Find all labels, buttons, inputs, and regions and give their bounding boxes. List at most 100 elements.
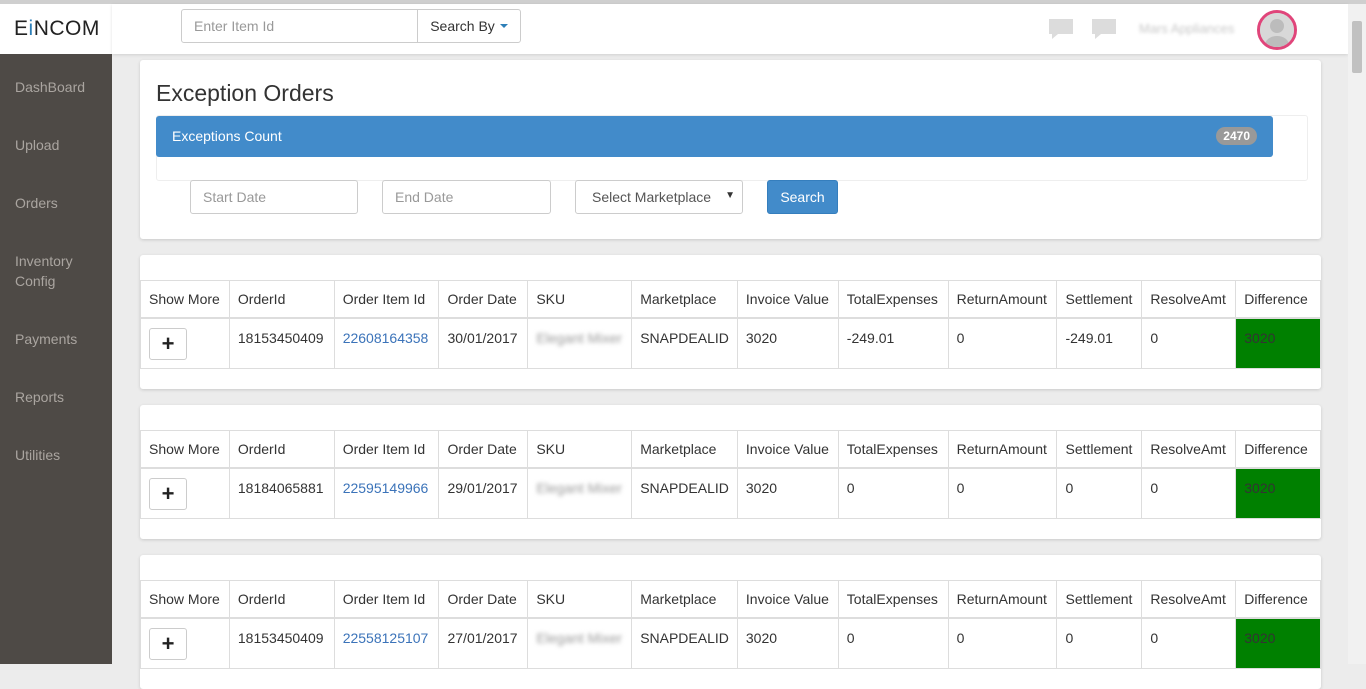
cell-marketplace: SNAPDEALID	[631, 617, 738, 669]
column-header-return-amount: ReturnAmount	[947, 430, 1058, 469]
cell-order-item-id: 22558125107	[333, 617, 440, 669]
cell-show-more: +	[140, 467, 230, 519]
end-date-input[interactable]	[382, 180, 551, 214]
cell-resolve-amt: 0	[1141, 467, 1237, 519]
column-header-total-expenses: TotalExpenses	[837, 580, 949, 619]
sidebar-item-upload[interactable]: Upload	[15, 135, 105, 155]
sku-text: Elegant Mixer	[536, 630, 622, 646]
scrollbar-thumb[interactable]	[1352, 21, 1362, 73]
cell-order-item-id: 22608164358	[333, 317, 440, 369]
column-header-show-more: Show More	[140, 580, 230, 619]
select-arrow-icon: ▼	[725, 190, 735, 201]
cell-order-id: 18184065881	[228, 467, 335, 519]
sidebar: DashBoard Upload Orders Inventory Config…	[0, 54, 112, 664]
marketplace-select-value: Select Marketplace	[592, 189, 712, 205]
cell-invoice-value: 3020	[736, 617, 839, 669]
search-button[interactable]: Search	[767, 180, 838, 214]
cell-marketplace: SNAPDEALID	[631, 317, 738, 369]
cell-sku: Elegant Mixer	[527, 467, 633, 519]
brand-logo[interactable]: Ei NCOM	[0, 4, 112, 54]
column-header-total-expenses: TotalExpenses	[837, 280, 949, 319]
column-header-marketplace: Marketplace	[631, 280, 738, 319]
cell-sku: Elegant Mixer	[527, 617, 633, 669]
search-by-dropdown[interactable]: Search By	[417, 9, 521, 43]
sku-text: Elegant Mixer	[536, 330, 622, 346]
cell-show-more: +	[140, 617, 230, 669]
table-header-row: Show More OrderId Order Item Id Order Date S…	[140, 430, 1321, 469]
column-header-marketplace: Marketplace	[631, 580, 738, 619]
sidebar-item-payments[interactable]: Payments	[15, 329, 105, 349]
table-header-row: Show More OrderId Order Item Id Order Date S…	[140, 580, 1321, 619]
order-panel: Show More OrderId Order Item Id Order Date S…	[140, 405, 1321, 539]
order-panel: Show More OrderId Order Item Id Order Date S…	[140, 255, 1321, 389]
cell-return-amount: 0	[947, 317, 1058, 369]
order-panel: Show More OrderId Order Item Id Order Date S…	[140, 555, 1321, 689]
item-id-search-input[interactable]	[181, 9, 418, 43]
column-header-order-item-id: Order Item Id	[333, 580, 440, 619]
column-header-settlement: Settlement	[1056, 280, 1143, 319]
cell-order-id: 18153450409	[228, 317, 335, 369]
column-header-order-id: OrderId	[228, 280, 335, 319]
column-header-order-id: OrderId	[228, 580, 335, 619]
cell-invoice-value: 3020	[736, 467, 839, 519]
cell-marketplace: SNAPDEALID	[631, 467, 738, 519]
sidebar-item-orders[interactable]: Orders	[15, 193, 105, 213]
user-avatar-icon[interactable]	[1257, 10, 1297, 50]
exceptions-count-label: Exceptions Count	[172, 128, 282, 144]
show-more-button[interactable]: +	[149, 328, 187, 360]
order-item-link[interactable]: 22595149966	[343, 480, 429, 496]
cell-total-expenses: -249.01	[837, 317, 949, 369]
cell-return-amount: 0	[947, 617, 1058, 669]
page-title: Exception Orders	[156, 80, 334, 106]
sidebar-item-dashboard[interactable]: DashBoard	[15, 77, 105, 97]
column-header-invoice-value: Invoice Value	[736, 280, 839, 319]
cell-show-more: +	[140, 317, 230, 369]
cell-resolve-amt: 0	[1141, 317, 1237, 369]
plus-icon: +	[161, 331, 175, 356]
cell-return-amount: 0	[947, 467, 1058, 519]
chat-bubble-icon[interactable]	[1048, 18, 1074, 40]
start-date-input[interactable]	[190, 180, 358, 214]
comment-icon[interactable]	[1091, 18, 1117, 40]
top-header: Search By Mars Appliances	[112, 4, 1348, 54]
column-header-order-date: Order Date	[438, 430, 529, 469]
sidebar-item-reports[interactable]: Reports	[15, 387, 105, 407]
table-row: +18153450409 22608164358 30/01/2017 Elegant…	[140, 317, 1321, 369]
sidebar-item-utilities[interactable]: Utilities	[15, 445, 105, 465]
order-item-link[interactable]: 22558125107	[343, 630, 429, 646]
cell-sku: Elegant Mixer	[527, 317, 633, 369]
marketplace-select[interactable]: Select Marketplace ▼	[575, 180, 743, 214]
exceptions-count-bar: Exceptions Count 2470	[156, 116, 1273, 157]
user-name[interactable]: Mars Appliances	[1139, 21, 1234, 36]
show-more-button[interactable]: +	[149, 478, 187, 510]
column-header-order-date: Order Date	[438, 580, 529, 619]
column-header-sku: SKU	[527, 280, 633, 319]
cell-settlement: 0	[1056, 467, 1143, 519]
brand-text-start: E	[14, 17, 29, 40]
show-more-button[interactable]: +	[149, 628, 187, 660]
column-header-show-more: Show More	[140, 280, 230, 319]
sidebar-item-inventory-config[interactable]: Inventory Config	[15, 251, 85, 291]
column-header-resolve-amt: ResolveAmt	[1141, 580, 1237, 619]
order-item-link[interactable]: 22608164358	[343, 330, 429, 346]
cell-order-date: 30/01/2017	[438, 317, 529, 369]
sku-text: Elegant Mixer	[536, 480, 622, 496]
column-header-total-expenses: TotalExpenses	[837, 430, 949, 469]
cell-resolve-amt: 0	[1141, 617, 1237, 669]
column-header-show-more: Show More	[140, 430, 230, 469]
column-header-settlement: Settlement	[1056, 580, 1143, 619]
column-header-sku: SKU	[527, 580, 633, 619]
cell-invoice-value: 3020	[736, 317, 839, 369]
column-header-order-id: OrderId	[228, 430, 335, 469]
table-header-row: Show More OrderId Order Item Id Order Date S…	[140, 280, 1321, 319]
table-row: +18153450409 22558125107 27/01/2017 Elegant…	[140, 617, 1321, 669]
column-header-resolve-amt: ResolveAmt	[1141, 280, 1237, 319]
column-header-difference: Difference	[1235, 580, 1321, 619]
page-scrollbar[interactable]	[1348, 4, 1366, 664]
column-header-order-item-id: Order Item Id	[333, 430, 440, 469]
order-table: Show More OrderId Order Item Id Order Date S…	[140, 280, 1321, 369]
column-header-return-amount: ReturnAmount	[947, 580, 1058, 619]
column-header-sku: SKU	[527, 430, 633, 469]
cell-order-date: 27/01/2017	[438, 617, 529, 669]
cell-order-date: 29/01/2017	[438, 467, 529, 519]
